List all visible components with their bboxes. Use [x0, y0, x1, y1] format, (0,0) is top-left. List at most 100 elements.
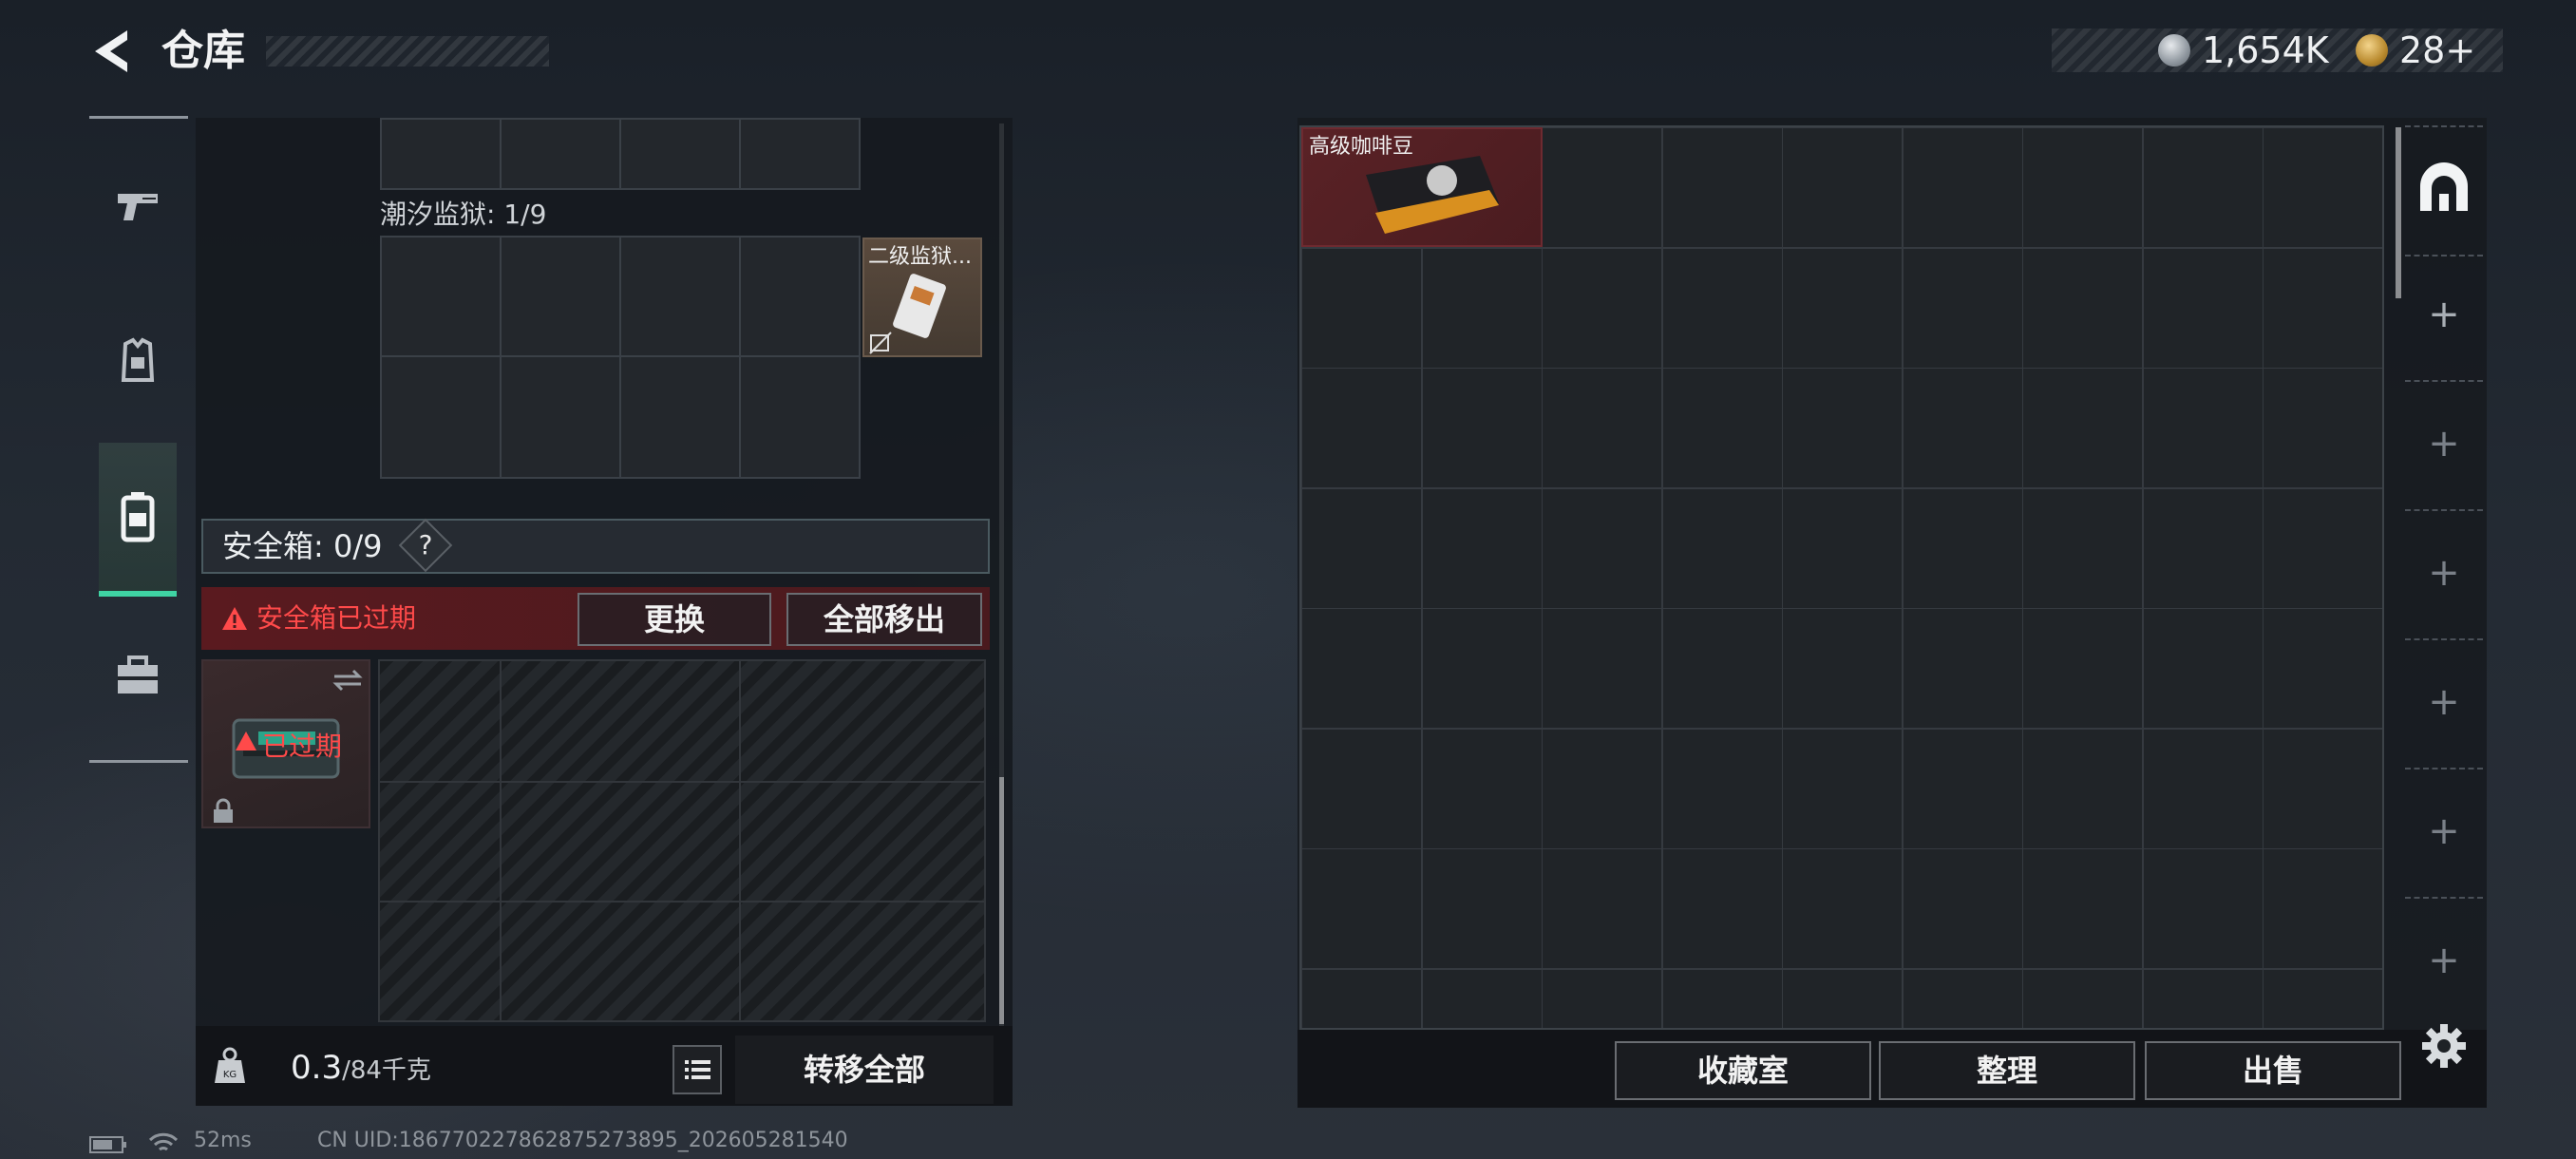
add-page-button[interactable]: + [2405, 551, 2483, 595]
stash-grid-cell[interactable] [1542, 968, 1662, 1028]
stash-scrollbar-thumb[interactable] [2396, 127, 2401, 298]
stash-grid-cell[interactable] [1301, 487, 1422, 609]
stash-grid-cell[interactable] [1782, 728, 1903, 849]
backpack-scrollbar-thumb[interactable] [999, 777, 1004, 1024]
grid-cell[interactable] [500, 355, 621, 479]
stash-grid-cell[interactable] [1902, 968, 2023, 1028]
stash-grid-cell[interactable] [1421, 247, 1543, 369]
stash-grid-cell[interactable] [1661, 368, 1783, 488]
add-page-button[interactable]: + [2405, 422, 2483, 466]
move-all-out-button[interactable]: 全部移出 [786, 593, 982, 646]
stash-grid-cell[interactable] [1301, 368, 1422, 488]
stash-grid-cell[interactable] [2022, 368, 2143, 488]
swap-icon[interactable] [331, 667, 365, 694]
stash-grid-cell[interactable] [2022, 487, 2143, 609]
stash-grid-cell[interactable] [1421, 487, 1543, 609]
stash-grid-cell[interactable] [1782, 247, 1903, 369]
stash-grid-cell[interactable] [1661, 487, 1783, 609]
add-page-button[interactable]: + [2405, 939, 2483, 982]
sort-button[interactable]: 整理 [1879, 1041, 2135, 1100]
grid-cell[interactable] [619, 118, 741, 190]
stash-grid-cell[interactable] [1661, 127, 1783, 248]
sell-button[interactable]: 出售 [2145, 1041, 2401, 1100]
stash-grid-cell[interactable] [1542, 608, 1662, 729]
rail-item-weapons[interactable] [99, 156, 177, 251]
grid-cell[interactable] [739, 118, 861, 190]
stash-grid-cell[interactable] [1421, 968, 1543, 1028]
stash-grid-cell[interactable] [1782, 487, 1903, 609]
stash-grid-cell[interactable] [2263, 608, 2382, 729]
stash-grid-cell[interactable] [1902, 487, 2023, 609]
gold-currency-amount[interactable]: 28+ [2399, 25, 2475, 76]
stash-grid-cell[interactable] [1542, 487, 1662, 609]
stash-grid[interactable] [1299, 125, 2384, 1030]
grid-cell[interactable] [739, 355, 861, 479]
stash-grid-cell[interactable] [2263, 368, 2382, 488]
grid-cell[interactable] [739, 236, 861, 357]
stash-grid-cell[interactable] [2142, 127, 2263, 248]
stash-grid-cell[interactable] [1902, 368, 2023, 488]
stash-grid-cell[interactable] [2142, 608, 2263, 729]
add-page-button[interactable]: + [2405, 809, 2483, 853]
back-button[interactable] [87, 25, 139, 78]
stash-grid-cell[interactable] [1902, 247, 2023, 369]
rail-item-backpack[interactable] [99, 471, 177, 566]
stash-grid-cell[interactable] [1301, 608, 1422, 729]
stash-grid-cell[interactable] [2142, 487, 2263, 609]
rail-item-storage[interactable] [99, 629, 177, 724]
stash-grid-cell[interactable] [1542, 247, 1662, 369]
grid-cell[interactable] [380, 118, 502, 190]
stash-grid-cell[interactable] [2142, 968, 2263, 1028]
stash-grid-cell[interactable] [1421, 608, 1543, 729]
grid-cell[interactable] [500, 236, 621, 357]
stash-grid-cell[interactable] [2142, 368, 2263, 488]
stash-grid-cell[interactable] [1661, 848, 1783, 969]
stash-grid-cell[interactable] [1902, 127, 2023, 248]
stash-page-home-icon[interactable] [2413, 156, 2475, 218]
gold-coin-icon[interactable] [2356, 34, 2388, 66]
stash-grid-cell[interactable] [1542, 127, 1662, 248]
stash-grid-cell[interactable] [1301, 848, 1422, 969]
grid-cell[interactable] [380, 355, 502, 479]
stash-grid-cell[interactable] [1902, 608, 2023, 729]
stash-grid-cell[interactable] [2142, 247, 2263, 369]
rail-item-equipment[interactable] [99, 314, 177, 408]
grid-cell[interactable] [380, 236, 502, 357]
stash-grid-cell[interactable] [1902, 728, 2023, 849]
stash-grid-cell[interactable] [2022, 127, 2143, 248]
stash-grid-cell[interactable] [2263, 968, 2382, 1028]
stash-grid-cell[interactable] [1782, 848, 1903, 969]
stash-grid-cell[interactable] [2142, 728, 2263, 849]
stash-grid-cell[interactable] [2022, 608, 2143, 729]
stash-grid-cell[interactable] [1782, 608, 1903, 729]
stash-grid-cell[interactable] [1661, 968, 1783, 1028]
stash-grid-cell[interactable] [2022, 247, 2143, 369]
stash-grid-cell[interactable] [1301, 247, 1422, 369]
stash-grid-cell[interactable] [2022, 848, 2143, 969]
list-view-button[interactable] [672, 1045, 722, 1094]
stash-grid-cell[interactable] [1661, 608, 1783, 729]
stash-grid-cell[interactable] [1782, 368, 1903, 488]
transfer-all-button[interactable]: 转移全部 [735, 1036, 994, 1104]
stash-grid-cell[interactable] [1421, 728, 1543, 849]
stash-grid-cell[interactable] [1542, 728, 1662, 849]
gear-icon[interactable] [2420, 1022, 2468, 1070]
stash-grid-cell[interactable] [2142, 848, 2263, 969]
stash-grid-cell[interactable] [1661, 247, 1783, 369]
stash-grid-cell[interactable] [1782, 968, 1903, 1028]
grid-cell[interactable] [619, 355, 741, 479]
collection-room-button[interactable]: 收藏室 [1615, 1041, 1871, 1100]
stash-grid-cell[interactable] [1542, 848, 1662, 969]
grid-cell[interactable] [619, 236, 741, 357]
stash-grid-cell[interactable] [1902, 848, 2023, 969]
stash-grid-cell[interactable] [2263, 848, 2382, 969]
add-page-button[interactable]: + [2405, 293, 2483, 336]
help-question-mark[interactable]: ? [407, 526, 445, 564]
stash-grid-cell[interactable] [1782, 127, 1903, 248]
add-page-button[interactable]: + [2405, 680, 2483, 724]
stash-grid-cell[interactable] [2263, 247, 2382, 369]
stash-grid-cell[interactable] [1421, 368, 1543, 488]
grid-cell[interactable] [500, 118, 621, 190]
stash-grid-cell[interactable] [1542, 368, 1662, 488]
stash-grid-cell[interactable] [1661, 728, 1783, 849]
